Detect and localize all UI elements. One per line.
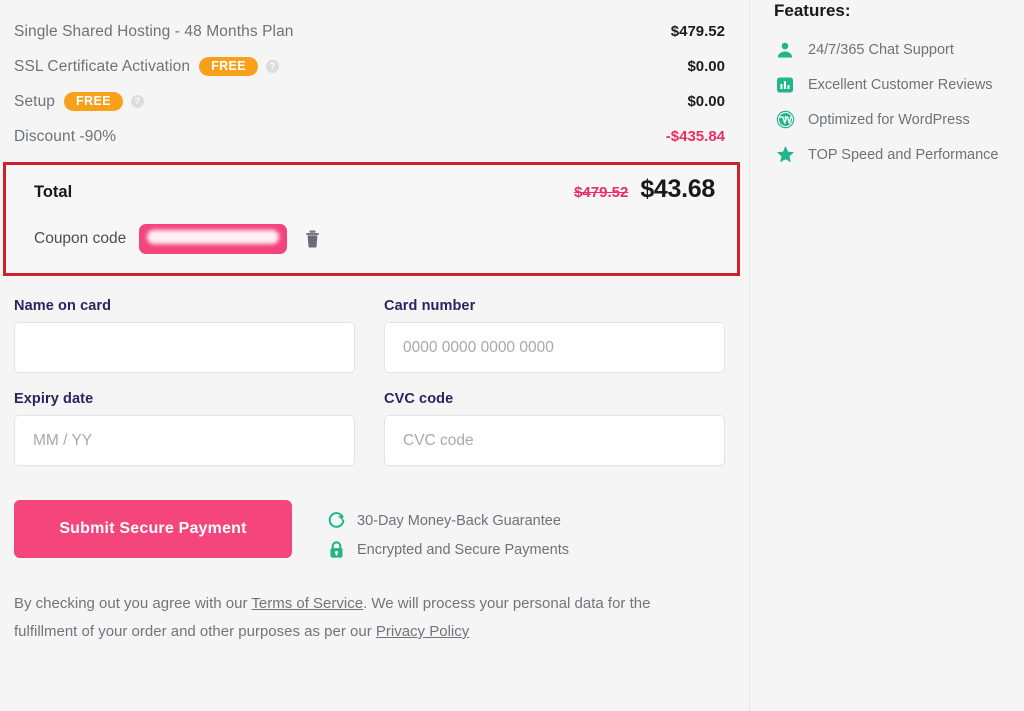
checkout-main-column: Single Shared Hosting - 48 Months Plan $… bbox=[0, 0, 749, 711]
star-icon bbox=[774, 144, 796, 166]
summary-line-ssl: SSL Certificate Activation FREE ? $0.00 bbox=[14, 49, 735, 84]
terms-of-service-link[interactable]: Terms of Service bbox=[251, 595, 363, 612]
summary-line-text: Setup bbox=[14, 92, 56, 110]
summary-line-discount: Discount -90% -$435.84 bbox=[14, 119, 735, 154]
expiry-date-input[interactable] bbox=[14, 415, 355, 466]
field-name-on-card: Name on card bbox=[14, 298, 355, 373]
summary-line-label: Setup FREE ? bbox=[14, 91, 144, 112]
feature-item-label: Optimized for WordPress bbox=[808, 111, 970, 128]
lock-icon bbox=[325, 539, 347, 561]
free-badge: FREE bbox=[64, 91, 123, 112]
feature-item-label: TOP Speed and Performance bbox=[808, 146, 999, 163]
final-price: $43.68 bbox=[640, 175, 715, 203]
feature-item-label: 24/7/365 Chat Support bbox=[808, 41, 954, 58]
form-grid: Name on card Card number Expiry date CVC… bbox=[14, 298, 735, 466]
field-card-number: Card number bbox=[384, 298, 725, 373]
info-icon[interactable]: ? bbox=[266, 60, 279, 73]
feature-item-top-speed: TOP Speed and Performance bbox=[774, 137, 1024, 172]
coupon-row: Coupon code bbox=[34, 219, 725, 259]
submit-area: Submit Secure Payment 30-Day Money-Back … bbox=[14, 500, 735, 564]
original-price: $479.52 bbox=[574, 184, 629, 201]
trust-item-label: Encrypted and Secure Payments bbox=[357, 541, 569, 558]
trust-badge-list: 30-Day Money-Back Guarantee Encrypted an… bbox=[325, 500, 569, 564]
legal-disclaimer: By checking out you agree with our Terms… bbox=[14, 590, 714, 646]
feature-item-chat-support: 24/7/365 Chat Support bbox=[774, 32, 1024, 67]
total-highlight-box: Total $479.52 $43.68 Coupon code bbox=[3, 162, 740, 276]
summary-line-plan: Single Shared Hosting - 48 Months Plan $… bbox=[14, 14, 735, 49]
field-label: Expiry date bbox=[14, 391, 94, 407]
trust-item-encrypted: Encrypted and Secure Payments bbox=[325, 535, 569, 564]
card-payment-form: Name on card Card number Expiry date CVC… bbox=[14, 298, 735, 466]
trust-item-label: 30-Day Money-Back Guarantee bbox=[357, 512, 561, 529]
submit-secure-payment-button[interactable]: Submit Secure Payment bbox=[14, 500, 292, 558]
summary-line-label: Single Shared Hosting - 48 Months Plan bbox=[14, 22, 294, 40]
total-row: Total $479.52 $43.68 bbox=[34, 175, 725, 219]
summary-line-amount: -$435.84 bbox=[665, 128, 725, 145]
summary-line-amount: $0.00 bbox=[687, 93, 725, 110]
wordpress-icon bbox=[774, 109, 796, 131]
features-sidebar: Features: 24/7/365 Chat Support Excellen… bbox=[750, 0, 1024, 711]
bar-chart-icon bbox=[774, 74, 796, 96]
field-label: Card number bbox=[384, 298, 476, 314]
summary-line-setup: Setup FREE ? $0.00 bbox=[14, 84, 735, 119]
privacy-policy-link[interactable]: Privacy Policy bbox=[376, 623, 469, 640]
summary-line-label: Discount -90% bbox=[14, 127, 117, 145]
feature-item-label: Excellent Customer Reviews bbox=[808, 76, 993, 93]
cvc-code-input[interactable] bbox=[384, 415, 725, 466]
summary-line-amount: $479.52 bbox=[670, 23, 725, 40]
coupon-label: Coupon code bbox=[34, 230, 127, 247]
summary-line-text: SSL Certificate Activation bbox=[14, 57, 191, 75]
field-cvc-code: CVC code bbox=[384, 391, 725, 466]
trust-item-money-back: 30-Day Money-Back Guarantee bbox=[325, 506, 569, 535]
trash-icon[interactable] bbox=[301, 227, 323, 251]
field-label: Name on card bbox=[14, 298, 112, 314]
total-label: Total bbox=[34, 183, 73, 201]
name-on-card-input[interactable] bbox=[14, 322, 355, 373]
checkout-page: Single Shared Hosting - 48 Months Plan $… bbox=[0, 0, 1024, 711]
refresh-circle-icon bbox=[325, 510, 347, 532]
person-icon bbox=[774, 39, 796, 61]
summary-line-label: SSL Certificate Activation FREE ? bbox=[14, 56, 279, 77]
feature-item-wordpress: Optimized for WordPress bbox=[774, 102, 1024, 137]
order-summary: Single Shared Hosting - 48 Months Plan $… bbox=[14, 0, 735, 154]
features-title: Features: bbox=[774, 1, 851, 20]
field-label: CVC code bbox=[384, 391, 454, 407]
row-gap bbox=[14, 373, 735, 391]
field-expiry-date: Expiry date bbox=[14, 391, 355, 466]
coupon-code-pill bbox=[139, 224, 288, 254]
summary-line-amount: $0.00 bbox=[687, 58, 725, 75]
feature-item-customer-reviews: Excellent Customer Reviews bbox=[774, 67, 1024, 102]
info-icon[interactable]: ? bbox=[130, 95, 144, 108]
coupon-code-masked-value bbox=[147, 230, 280, 244]
legal-text-part1: By checking out you agree with our bbox=[14, 595, 252, 612]
free-badge: FREE bbox=[199, 56, 258, 77]
card-number-input[interactable] bbox=[384, 322, 725, 373]
